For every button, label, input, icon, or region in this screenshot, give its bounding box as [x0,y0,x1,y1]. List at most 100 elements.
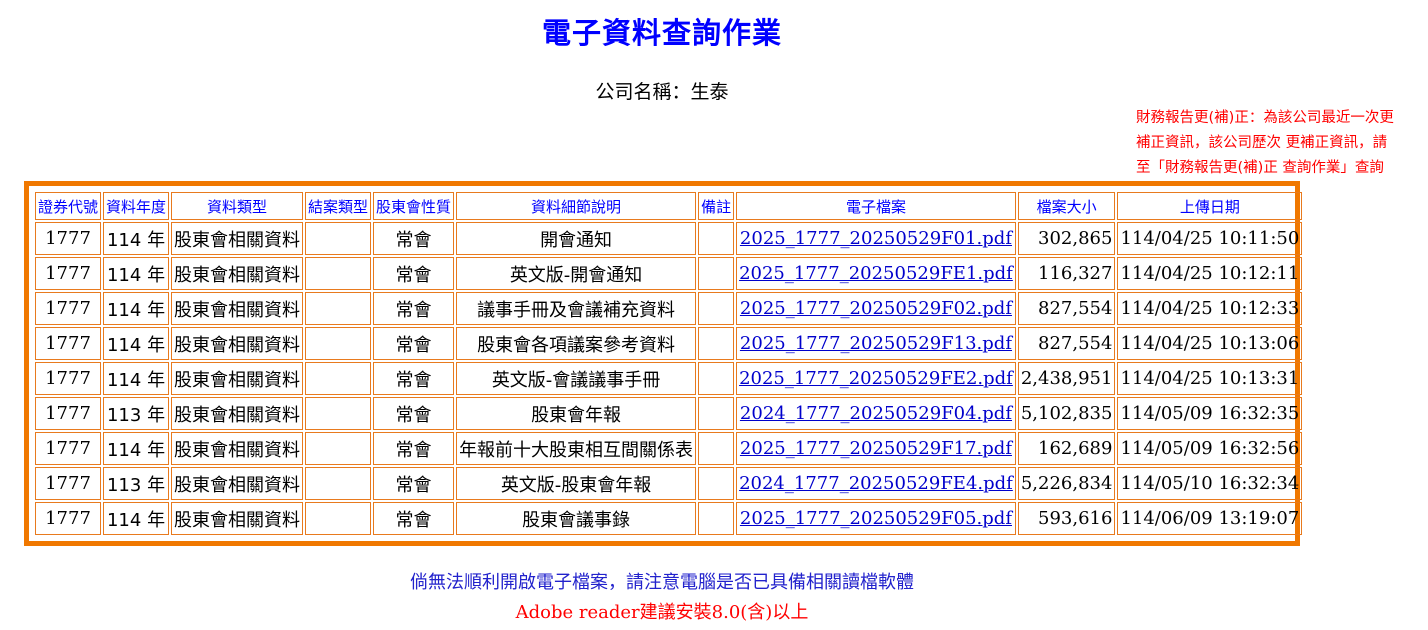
cell-detail: 股東會年報 [456,397,697,430]
cell-detail: 股東會各項議案參考資料 [456,327,697,360]
cell-note [698,327,735,360]
table-row: 1777 113 年股東會相關資料 常會 股東會年報 2024_1777_2025052… [35,397,1303,430]
cell-detail: 年報前十大股東相互間關係表 [456,432,697,465]
software-notice: 倘無法順利開啟電子檔案，請注意電腦是否已具備相關讀檔軟體 [410,572,914,593]
cell-file-size: 593,616 [1017,502,1116,535]
pdf-file-link[interactable]: 2025_1777_20250529F01.pdf [740,228,1012,249]
cell-data-type: 股東會相關資料 [171,467,304,500]
cell-data-year: 114 年 [103,222,170,255]
cell-detail: 英文版-開會通知 [456,257,697,290]
cell-meeting-nature: 常會 [373,257,455,290]
cell-file: 2025_1777_20250529FE1.pdf [736,257,1016,290]
cell-detail: 開會通知 [456,222,697,255]
cell-upload-date: 114/04/25 10:12:11 [1117,257,1303,290]
cell-data-year: 114 年 [103,432,170,465]
cell-detail: 英文版-會議議事手冊 [456,362,697,395]
cell-detail: 股東會議事錄 [456,502,697,535]
pdf-file-link[interactable]: 2025_1777_20250529FE2.pdf [739,368,1013,389]
cell-security-code: 1777 [35,397,102,430]
results-frame: 證券代號 資料年度 資料類型 結案類型 股東會性質 資料細節說明 備註 電子檔案… [24,181,1303,546]
pdf-file-link[interactable]: 2024_1777_20250529F04.pdf [740,403,1012,424]
cell-upload-date: 114/05/10 16:32:34 [1117,467,1303,500]
cell-case-type [305,292,372,325]
cell-case-type [305,257,372,290]
cell-file-size: 5,102,835 [1017,397,1116,430]
notice-line-2: 補正資訊，該公司歷次 更補正資訊，請 [1136,135,1388,151]
cell-note [698,257,735,290]
cell-file-size: 162,689 [1017,432,1116,465]
cell-data-type: 股東會相關資料 [171,397,304,430]
cell-file: 2024_1777_20250529FE4.pdf [736,467,1016,500]
cell-note [698,502,735,535]
cell-security-code: 1777 [35,327,102,360]
pdf-file-link[interactable]: 2024_1777_20250529FE4.pdf [739,473,1013,494]
cell-upload-date: 114/05/09 16:32:35 [1117,397,1303,430]
page-title: 電子資料查詢作業 [541,16,782,50]
cell-data-year: 114 年 [103,362,170,395]
cell-data-year: 114 年 [103,502,170,535]
header-detail: 資料細節說明 [456,192,697,220]
cell-meeting-nature: 常會 [373,502,455,535]
cell-detail: 議事手冊及會議補充資料 [456,292,697,325]
cell-file-size: 827,554 [1017,327,1116,360]
pdf-file-link[interactable]: 2025_1777_20250529F13.pdf [740,333,1012,354]
header-data-year: 資料年度 [103,192,170,220]
adobe-notice: Adobe reader建議安裝8.0(含)以上 [515,602,809,623]
table-row: 1777 114 年股東會相關資料 常會 股東會各項議案參考資料 2025_1777_2… [35,327,1303,360]
cell-note [698,222,735,255]
cell-note [698,362,735,395]
header-file-size: 檔案大小 [1017,192,1116,220]
table-row: 1777 114 年股東會相關資料 常會 年報前十大股東相互間關係表 2025_1777… [35,432,1303,465]
cell-meeting-nature: 常會 [373,467,455,500]
company-name: 公司名稱：生泰 [595,81,729,103]
results-table: 證券代號 資料年度 資料類型 結案類型 股東會性質 資料細節說明 備註 電子檔案… [33,190,1304,537]
cell-note [698,467,735,500]
table-row: 1777 114 年股東會相關資料 常會 議事手冊及會議補充資料 2025_1777_2… [35,292,1303,325]
cell-security-code: 1777 [35,432,102,465]
cell-file: 2024_1777_20250529F04.pdf [736,397,1016,430]
table-row: 1777 113 年股東會相關資料 常會 英文版-股東會年報 2024_1777_202… [35,467,1303,500]
cell-upload-date: 114/04/25 10:11:50 [1117,222,1303,255]
cell-data-year: 114 年 [103,257,170,290]
cell-file: 2025_1777_20250529FE2.pdf [736,362,1016,395]
cell-note [698,432,735,465]
header-meeting-nature: 股東會性質 [373,192,455,220]
pdf-file-link[interactable]: 2025_1777_20250529FE1.pdf [739,263,1013,284]
header-data-type: 資料類型 [171,192,304,220]
cell-data-year: 113 年 [103,397,170,430]
cell-file-size: 5,226,834 [1017,467,1116,500]
cell-file-size: 302,865 [1017,222,1116,255]
cell-security-code: 1777 [35,292,102,325]
header-security-code: 證券代號 [35,192,102,220]
cell-upload-date: 114/06/09 13:19:07 [1117,502,1303,535]
header-note: 備註 [698,192,735,220]
cell-upload-date: 114/04/25 10:12:33 [1117,292,1303,325]
cell-meeting-nature: 常會 [373,222,455,255]
header-row: 證券代號 資料年度 資料類型 結案類型 股東會性質 資料細節說明 備註 電子檔案… [35,192,1303,220]
cell-meeting-nature: 常會 [373,362,455,395]
cell-data-year: 114 年 [103,327,170,360]
cell-file-size: 2,438,951 [1017,362,1116,395]
cell-case-type [305,397,372,430]
table-body: 1777 114 年股東會相關資料 常會 開會通知 2025_1777_20250529… [35,222,1303,535]
pdf-file-link[interactable]: 2025_1777_20250529F05.pdf [740,508,1012,529]
pdf-file-link[interactable]: 2025_1777_20250529F17.pdf [740,438,1012,459]
cell-upload-date: 114/05/09 16:32:56 [1117,432,1303,465]
notice-line-1: 財務報告更(補)正：為該公司最近一次更 [1136,110,1394,126]
cell-data-type: 股東會相關資料 [171,292,304,325]
cell-case-type [305,467,372,500]
cell-security-code: 1777 [35,362,102,395]
correction-notice: 財務報告更(補)正：為該公司最近一次更 補正資訊，該公司歷次 更補正資訊，請 至… [1136,106,1424,181]
cell-upload-date: 114/04/25 10:13:31 [1117,362,1303,395]
header-file: 電子檔案 [736,192,1016,220]
cell-data-type: 股東會相關資料 [171,362,304,395]
cell-case-type [305,327,372,360]
cell-case-type [305,502,372,535]
cell-file: 2025_1777_20250529F13.pdf [736,327,1016,360]
cell-meeting-nature: 常會 [373,432,455,465]
pdf-file-link[interactable]: 2025_1777_20250529F02.pdf [740,298,1012,319]
table-row: 1777 114 年股東會相關資料 常會 股東會議事錄 2025_1777_202505… [35,502,1303,535]
cell-file: 2025_1777_20250529F01.pdf [736,222,1016,255]
cell-meeting-nature: 常會 [373,397,455,430]
cell-file-size: 827,554 [1017,292,1116,325]
